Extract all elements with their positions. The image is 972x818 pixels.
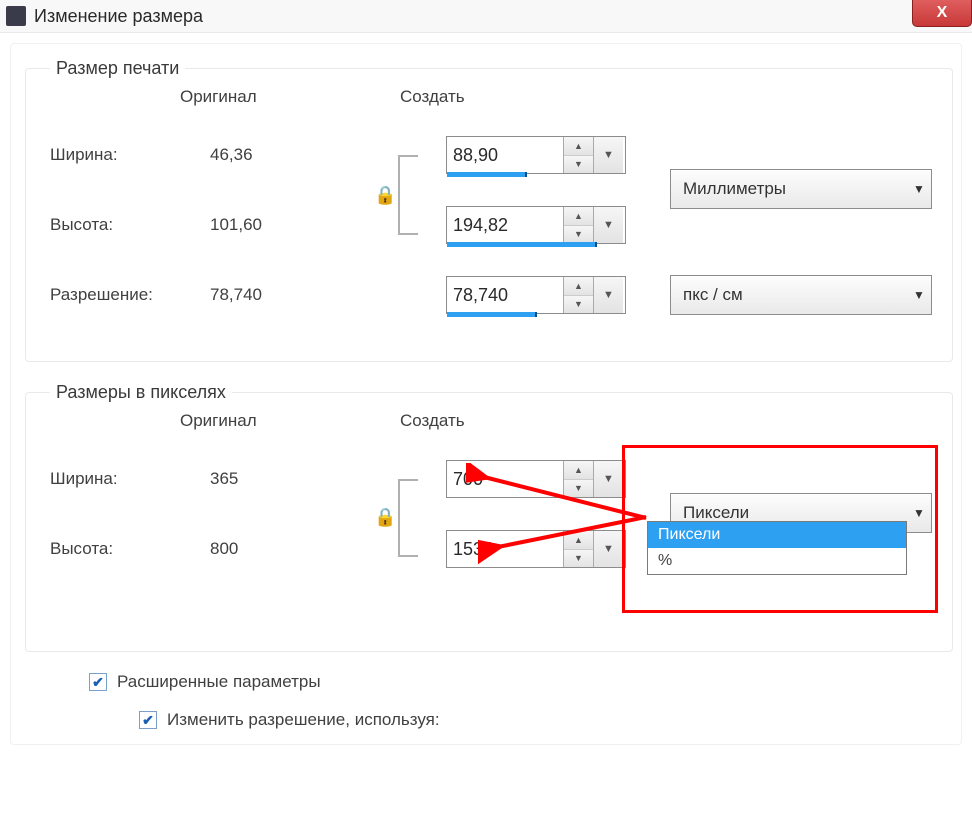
- change-resolution-checkbox[interactable]: ✔: [139, 711, 157, 729]
- spin-down-icon[interactable]: ▼: [564, 480, 593, 498]
- pixel-width-spinbox[interactable]: ▲▼ ▼: [446, 460, 626, 498]
- spin-up-icon[interactable]: ▲: [564, 137, 593, 156]
- pixel-height-input[interactable]: [447, 531, 563, 567]
- spin-up-icon[interactable]: ▲: [564, 461, 593, 480]
- spin-buttons[interactable]: ▲▼: [563, 277, 593, 313]
- dropdown-button[interactable]: ▼: [593, 277, 623, 313]
- print-resolution-input[interactable]: [447, 277, 563, 313]
- dropdown-button[interactable]: ▼: [593, 137, 623, 173]
- column-headers: Оригинал Создать: [180, 411, 932, 431]
- print-units-combo[interactable]: Миллиметры ▼: [670, 169, 932, 209]
- pixel-width-input[interactable]: [447, 461, 563, 497]
- spin-buttons[interactable]: ▲▼: [563, 207, 593, 243]
- pixel-units-value: Пиксели: [671, 503, 907, 523]
- dropdown-button[interactable]: ▼: [593, 461, 623, 497]
- change-resolution-label: Изменить разрешение, используя:: [167, 710, 440, 730]
- print-height-input[interactable]: [447, 207, 563, 243]
- spin-buttons[interactable]: ▲▼: [563, 461, 593, 497]
- header-create: Создать: [400, 87, 600, 107]
- print-width-spinbox[interactable]: ▲▼ ▼: [446, 136, 626, 174]
- header-create: Создать: [400, 411, 600, 431]
- chevron-down-icon: ▼: [907, 506, 931, 520]
- spin-down-icon[interactable]: ▼: [564, 226, 593, 244]
- print-units-value: Миллиметры: [671, 179, 907, 199]
- spin-buttons[interactable]: ▲▼: [563, 137, 593, 173]
- pixel-units-dropdown[interactable]: Пиксели %: [647, 521, 907, 575]
- print-height-original: 101,60: [210, 215, 380, 235]
- pixel-height-spinbox[interactable]: ▲▼ ▼: [446, 530, 626, 568]
- pixel-width-label: Ширина:: [50, 469, 210, 489]
- spin-down-icon[interactable]: ▼: [564, 550, 593, 568]
- print-size-legend: Размер печати: [50, 58, 185, 79]
- progress-bar: [447, 312, 537, 317]
- print-size-group: Размер печати Оригинал Создать 🔒 Ширина:…: [25, 58, 953, 362]
- spin-up-icon[interactable]: ▲: [564, 277, 593, 296]
- spin-down-icon[interactable]: ▼: [564, 296, 593, 314]
- print-width-label: Ширина:: [50, 145, 210, 165]
- spin-buttons[interactable]: ▲▼: [563, 531, 593, 567]
- progress-bar: [447, 172, 527, 177]
- lock-bracket: [398, 479, 418, 557]
- pixel-height-original: 800: [210, 539, 380, 559]
- dropdown-option-pixels[interactable]: Пиксели: [648, 522, 906, 548]
- lock-icon: 🔒: [374, 185, 394, 203]
- change-resolution-row: ✔ Изменить разрешение, используя:: [139, 710, 953, 730]
- spin-up-icon[interactable]: ▲: [564, 207, 593, 226]
- pixel-height-label: Высота:: [50, 539, 210, 559]
- header-original: Оригинал: [180, 411, 400, 431]
- print-resolution-spinbox[interactable]: ▲▼ ▼: [446, 276, 626, 314]
- title-bar: Изменение размера X: [0, 0, 972, 33]
- print-resolution-label: Разрешение:: [50, 285, 210, 305]
- close-button[interactable]: X: [912, 0, 972, 27]
- chevron-down-icon: ▼: [907, 182, 931, 196]
- dropdown-button[interactable]: ▼: [593, 207, 623, 243]
- progress-bar: [447, 242, 597, 247]
- chevron-down-icon: ▼: [907, 288, 931, 302]
- spin-up-icon[interactable]: ▲: [564, 531, 593, 550]
- print-resolution-original: 78,740: [210, 285, 380, 305]
- advanced-params-checkbox[interactable]: ✔: [89, 673, 107, 691]
- lock-icon: 🔒: [374, 507, 394, 525]
- print-width-original: 46,36: [210, 145, 380, 165]
- column-headers: Оригинал Создать: [180, 87, 932, 107]
- print-resolution-row: Разрешение: 78,740 ▲▼ ▼ пкс / см ▼: [50, 267, 932, 323]
- spin-down-icon[interactable]: ▼: [564, 156, 593, 174]
- print-height-label: Высота:: [50, 215, 210, 235]
- dropdown-option-percent[interactable]: %: [648, 548, 906, 574]
- pixel-size-group: Размеры в пикселях Оригинал Создать 🔒 Ши…: [25, 382, 953, 652]
- app-icon: [6, 6, 26, 26]
- advanced-params-label: Расширенные параметры: [117, 672, 321, 692]
- dropdown-button[interactable]: ▼: [593, 531, 623, 567]
- window-title: Изменение размера: [34, 6, 203, 27]
- header-original: Оригинал: [180, 87, 400, 107]
- print-height-spinbox[interactable]: ▲▼ ▼: [446, 206, 626, 244]
- pixel-width-original: 365: [210, 469, 380, 489]
- print-height-row: Высота: 101,60 ▲▼ ▼ Миллиметры ▼: [50, 197, 932, 253]
- resolution-units-value: пкс / см: [671, 285, 907, 305]
- print-width-input[interactable]: [447, 137, 563, 173]
- lock-bracket: [398, 155, 418, 235]
- resolution-units-combo[interactable]: пкс / см ▼: [670, 275, 932, 315]
- pixel-size-legend: Размеры в пикселях: [50, 382, 232, 403]
- advanced-params-row: ✔ Расширенные параметры: [89, 672, 953, 692]
- dialog-body: Размер печати Оригинал Создать 🔒 Ширина:…: [10, 43, 962, 745]
